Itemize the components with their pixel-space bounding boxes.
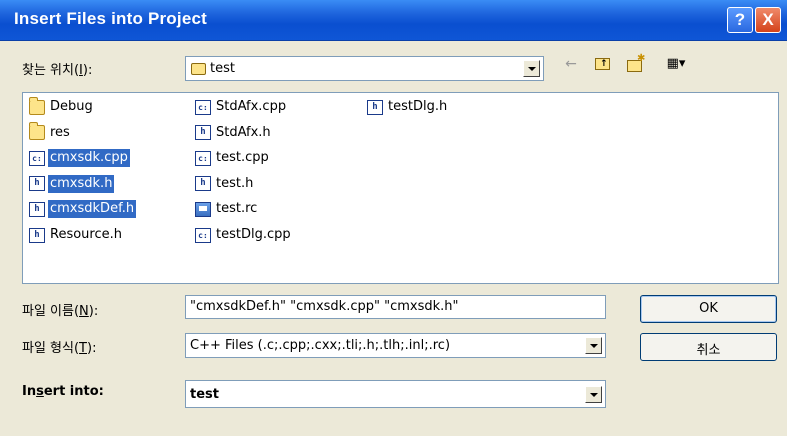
file-list[interactable]: Debug res c: cmxsdk.cpp h cmxsdk.h h cmxsdkDef.… <box>22 92 779 284</box>
file-list-item[interactable]: test.rc <box>195 199 259 219</box>
file-list-item[interactable]: c: test.cpp <box>195 148 271 168</box>
file-list-item[interactable]: h testDlg.h <box>367 97 449 117</box>
new-folder-icon[interactable]: ✱ <box>626 53 646 73</box>
file-name-text: Resource.h <box>50 227 122 242</box>
file-name-text: cmxsdk.cpp <box>48 149 130 168</box>
file-name-text: test.rc <box>216 201 258 217</box>
insert-into-dropdown[interactable]: test <box>185 380 606 408</box>
file-list-item[interactable]: c: cmxsdk.cpp <box>29 148 130 168</box>
file-name-text: testDlg.h <box>388 99 448 114</box>
file-name-text: StdAfx.cpp <box>216 99 287 114</box>
look-in-dropdown[interactable]: test <box>185 56 544 81</box>
h-file-icon: h <box>195 125 211 141</box>
up-folder-icon[interactable]: ↑ <box>594 55 612 73</box>
file-list-item[interactable]: h test.h <box>195 174 255 194</box>
file-name-text: res <box>50 124 70 140</box>
file-name-input[interactable]: "cmxsdkDef.h" "cmxsdk.cpp" "cmxsdk.h" <box>185 295 606 319</box>
view-menu-icon[interactable]: ▦▾ <box>662 55 690 73</box>
cancel-button[interactable]: 취소 <box>640 333 777 361</box>
file-list-item[interactable]: Debug <box>29 96 95 117</box>
file-list-item[interactable]: h StdAfx.h <box>195 123 273 143</box>
file-name-text: testDlg.cpp <box>216 227 291 242</box>
cpp-file-icon: c: <box>195 150 211 166</box>
file-list-item[interactable]: h cmxsdkDef.h <box>29 199 137 219</box>
folder-icon <box>191 63 206 75</box>
h-file-icon: h <box>195 176 211 192</box>
chevron-down-icon[interactable] <box>585 337 602 354</box>
chevron-down-icon[interactable] <box>523 60 540 77</box>
help-button[interactable]: ? <box>727 7 753 33</box>
file-name-text: test.h <box>216 175 254 191</box>
file-list-item[interactable]: c: StdAfx.cpp <box>195 97 288 117</box>
dialog-title: Insert Files into Project <box>14 9 207 28</box>
look-in-label: 찾는 위치(I): <box>22 63 93 78</box>
file-list-item[interactable]: h Resource.h <box>29 225 124 245</box>
file-type-dropdown[interactable]: C++ Files (.c;.cpp;.cxx;.tli;.h;.tlh;.in… <box>185 333 606 358</box>
h-file-icon: h <box>29 201 45 217</box>
file-name-label: 파일 이름(N): <box>22 304 99 319</box>
ok-button[interactable]: OK <box>640 295 777 323</box>
rc-file-icon <box>195 201 211 217</box>
close-button[interactable]: X <box>755 7 781 33</box>
file-type-label: 파일 형식(T): <box>22 341 97 356</box>
cpp-file-icon: c: <box>29 150 45 166</box>
file-name-text: test.cpp <box>216 150 269 166</box>
h-file-icon: h <box>29 176 45 192</box>
file-name-value: "cmxsdkDef.h" "cmxsdk.cpp" "cmxsdk.h" <box>190 299 459 314</box>
h-file-icon: h <box>29 227 45 243</box>
insert-into-value: test <box>190 387 219 402</box>
folder-icon <box>29 122 45 141</box>
cpp-file-icon: c: <box>195 99 211 115</box>
file-name-text: StdAfx.h <box>216 124 271 140</box>
file-list-item[interactable]: h cmxsdk.h <box>29 174 115 194</box>
folder-icon <box>29 96 45 115</box>
look-in-value: test <box>210 61 235 76</box>
file-list-item[interactable]: res <box>29 122 72 143</box>
file-list-item[interactable]: c: testDlg.cpp <box>195 225 293 245</box>
file-name-text: Debug <box>50 99 93 114</box>
insert-files-dialog: Insert Files into Project ? X 찾는 위치(I): … <box>0 0 787 436</box>
file-name-text: cmxsdk.h <box>48 174 115 193</box>
cpp-file-icon: c: <box>195 227 211 243</box>
chevron-down-icon[interactable] <box>585 386 602 403</box>
title-bar[interactable]: Insert Files into Project ? X <box>0 0 787 41</box>
file-name-text: cmxsdkDef.h <box>48 200 137 219</box>
h-file-icon: h <box>367 99 383 115</box>
file-type-value: C++ Files (.c;.cpp;.cxx;.tli;.h;.tlh;.in… <box>190 338 451 353</box>
insert-into-label: Insert into: <box>22 384 104 399</box>
back-arrow-icon[interactable]: ← <box>562 55 580 73</box>
